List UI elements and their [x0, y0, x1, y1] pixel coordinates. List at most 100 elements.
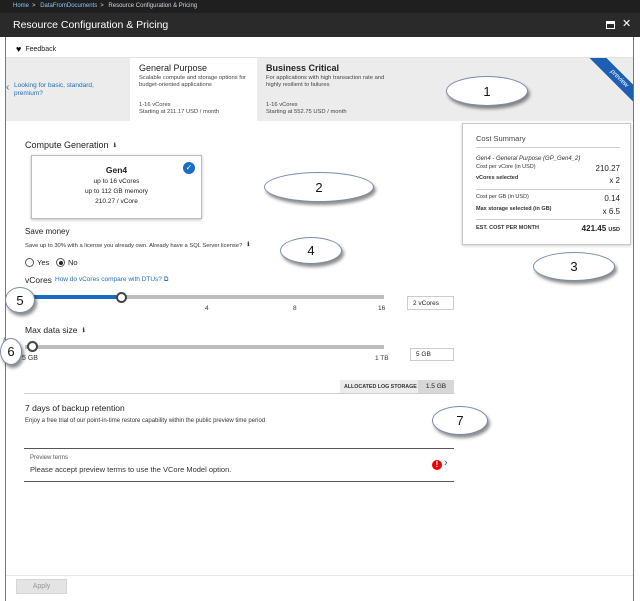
backup-desc: Enjoy a free trial of our point-in-time …	[25, 418, 266, 424]
log-storage-label: ALLOCATED LOG STORAGE	[344, 383, 417, 390]
save-money-desc: Save up to 30% with a license you alread…	[25, 241, 250, 249]
license-yes-radio[interactable]: Yes	[25, 258, 49, 267]
est-cost-row: EST. COST PER MONTH 421.45 USD	[476, 224, 620, 233]
radio-circle	[56, 258, 65, 267]
backup-title: 7 days of backup retention	[25, 403, 125, 413]
max-data-max-label: 1 TB	[375, 355, 389, 362]
vcores-label: vCores	[25, 275, 52, 285]
feedback-label: Feedback	[25, 45, 57, 53]
vcores-tick: 4	[205, 305, 209, 312]
close-icon[interactable]: ✕	[622, 19, 631, 30]
est-cost-unit: USD	[608, 227, 620, 233]
gen-vcores: up to 16 vCores	[93, 178, 140, 185]
cost-per-vcore-label: Cost per vCore (in USD)	[476, 164, 536, 170]
apply-button[interactable]: Apply	[16, 579, 67, 594]
max-data-value-box[interactable]: 5 GB	[410, 348, 454, 361]
gen-memory: up to 112 GB memory	[84, 188, 149, 195]
info-icon[interactable]: ℹ	[114, 142, 116, 149]
cost-per-vcore-row: Cost per vCore (in USD) 210.27	[476, 164, 620, 173]
info-icon[interactable]: ℹ	[247, 241, 249, 248]
callout-4: 4	[280, 233, 342, 264]
vcores-value-box[interactable]: 2 vCores	[407, 296, 454, 310]
vcores-selected-label: vCores selected	[476, 175, 519, 181]
tier-price: Starting at 552.75 USD / month	[266, 109, 347, 115]
vcores-compare-link[interactable]: How do vCores compare with DTUs? ⧉	[55, 276, 168, 284]
vcores-compare-text: How do vCores compare with DTUs?	[55, 276, 162, 283]
divider	[476, 147, 620, 148]
breadcrumb-home[interactable]: Home	[13, 3, 29, 9]
est-cost-value: 421.45	[581, 224, 607, 233]
preview-ribbon-label: preview	[585, 58, 633, 113]
max-data-slider-track[interactable]	[25, 345, 384, 349]
tier-description: For applications with high transaction r…	[266, 75, 385, 88]
heart-icon: ♥	[16, 44, 22, 54]
chevron-right-icon: ›	[444, 457, 448, 469]
max-storage-label: Max storage selected (in GB)	[476, 206, 552, 212]
breadcrumb-current: Resource Configuration & Pricing	[108, 3, 198, 9]
info-icon[interactable]: ℹ	[82, 327, 84, 334]
radio-label: Yes	[37, 258, 50, 267]
callout-1: 1	[446, 71, 528, 106]
divider	[476, 219, 620, 220]
max-data-size-label: Max data size ℹ	[25, 325, 85, 335]
preview-ribbon: preview	[575, 58, 633, 116]
preview-terms-title: Preview terms	[30, 455, 69, 461]
cost-per-gb-row: Cost per GB (in USD) 0.14	[476, 194, 620, 203]
vcores-slider-fill	[25, 295, 122, 299]
gen-name: Gen4	[105, 165, 128, 175]
max-data-slider-thumb[interactable]	[27, 341, 38, 352]
look-for-basic-link[interactable]: ‹ Looking for basic, standard, premium?	[6, 82, 110, 98]
compute-generation-text: Compute Generation	[25, 140, 109, 150]
chevron-left-icon: ‹	[6, 82, 10, 93]
divider	[24, 393, 454, 394]
preview-terms-row[interactable]: Preview terms Please accept preview term…	[24, 448, 454, 482]
cost-per-vcore-value: 210.27	[595, 164, 620, 173]
save-money-label: Save money	[25, 227, 70, 236]
divider	[476, 189, 620, 190]
vcores-selected-value: x 2	[609, 176, 620, 185]
est-cost-label: EST. COST PER MONTH	[476, 225, 539, 231]
tier-general-purpose[interactable]: General Purpose Scalable compute and sto…	[130, 58, 257, 121]
breadcrumb-resource[interactable]: DataFromDocuments	[40, 3, 97, 9]
callout-3: 3	[533, 248, 615, 281]
divider	[6, 575, 633, 576]
blade-title-bar: Resource Configuration & Pricing ✕	[0, 13, 640, 37]
gen4-card[interactable]: Gen4 up to 16 vCores up to 112 GB memory…	[31, 155, 202, 219]
callout-2: 2	[264, 167, 374, 202]
compute-generation-label: Compute Generation ℹ	[25, 140, 116, 150]
tier-description: Scalable compute and storage options for…	[139, 75, 246, 88]
callout-6: 6	[0, 334, 22, 365]
tier-name: General Purpose	[139, 63, 208, 73]
log-storage-value: 1.5 GB	[418, 380, 454, 393]
feedback-button[interactable]: ♥ Feedback	[16, 44, 56, 54]
vcores-selected-row: vCores selected x 2	[476, 175, 620, 185]
max-storage-value: x 6.5	[602, 207, 620, 216]
radio-label: No	[68, 258, 78, 267]
vcores-tick: 16	[378, 305, 386, 312]
preview-terms-message: Please accept preview terms to use the V…	[30, 465, 232, 474]
maximize-icon[interactable]	[606, 21, 615, 29]
cost-per-gb-label: Cost per GB (in USD)	[476, 194, 529, 200]
look-for-basic-label: Looking for basic, standard, premium?	[14, 82, 94, 97]
blade-content	[5, 37, 634, 601]
cost-summary-title: Cost Summary	[476, 134, 526, 143]
tier-price: Starting at 211.17 USD / month	[139, 109, 220, 115]
max-data-size-text: Max data size	[25, 325, 78, 335]
checkmark-icon: ✓	[183, 162, 195, 174]
gen-price: 210.27 / vCore	[95, 198, 138, 205]
callout-5: 5	[5, 283, 35, 313]
max-data-min-label: 5 GB	[22, 355, 38, 362]
max-storage-row: Max storage selected (in GB) x 6.5	[476, 206, 620, 216]
tier-name: Business Critical	[266, 63, 340, 73]
cost-config: Gen4 - General Purpose (GP_Gen4_2)	[476, 156, 581, 162]
tier-business-critical[interactable]: Business Critical For applications with …	[258, 58, 398, 121]
license-no-radio[interactable]: No	[56, 258, 78, 267]
external-link-icon: ⧉	[163, 276, 169, 283]
error-icon: !	[432, 460, 442, 470]
tier-vcores: 1-16 vCores	[266, 102, 298, 108]
est-cost-amount: 421.45 USD	[582, 224, 620, 233]
tier-vcores: 1-16 vCores	[139, 102, 171, 108]
breadcrumb: Home > DataFromDocuments > Resource Config…	[0, 0, 640, 13]
allocated-log-storage: ALLOCATED LOG STORAGE 1.5 GB	[340, 380, 454, 393]
callout-7: 7	[432, 402, 488, 435]
